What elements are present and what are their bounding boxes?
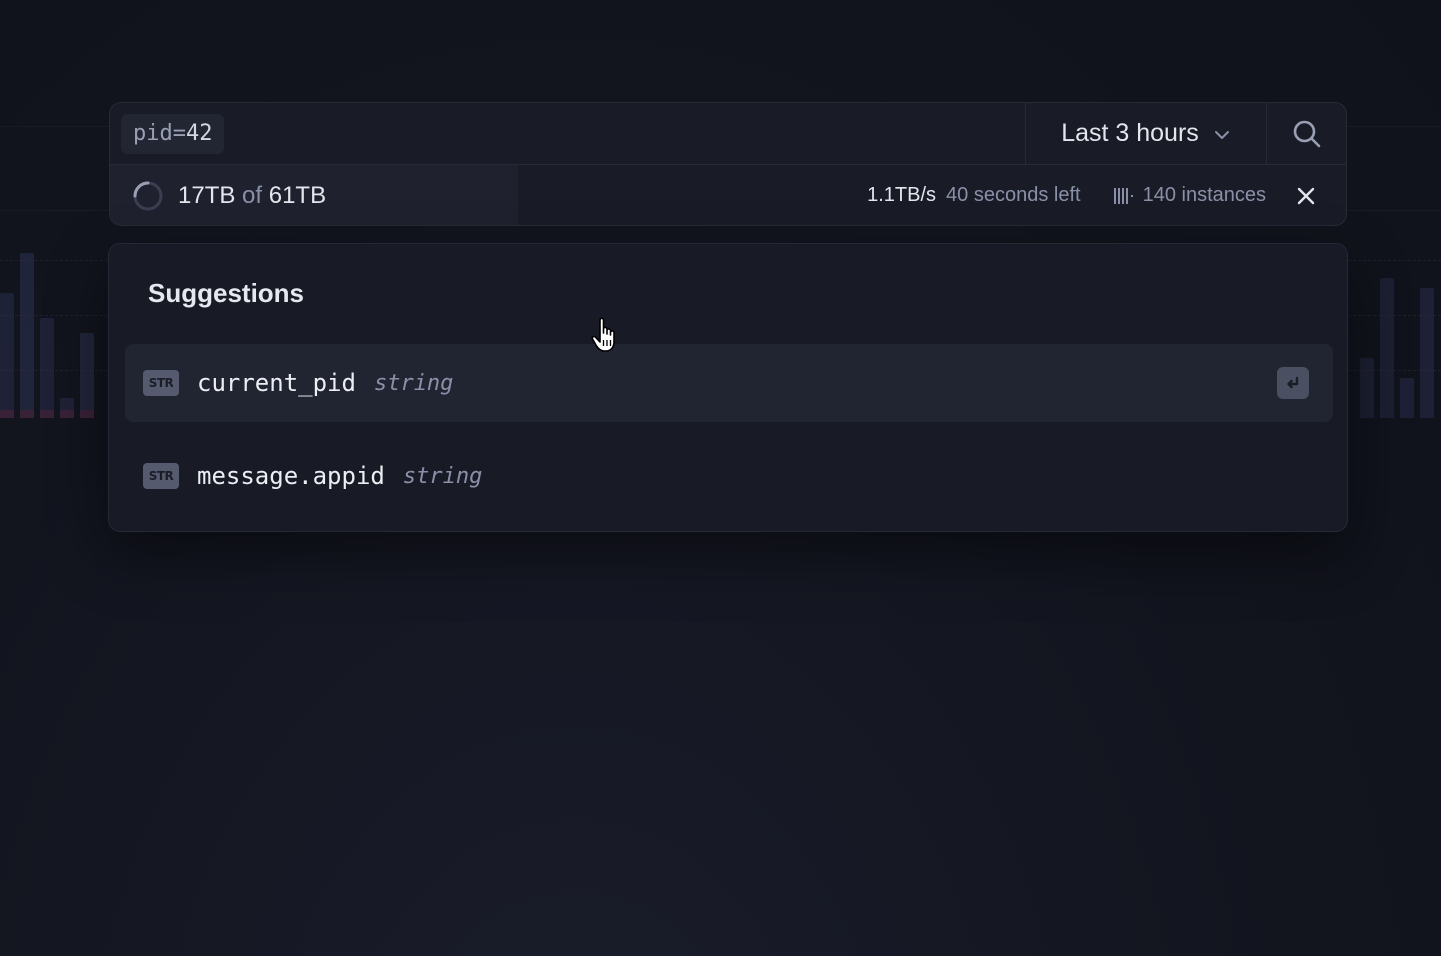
- total-amount: 61TB: [268, 181, 327, 209]
- background-bar: [20, 253, 34, 418]
- background-bar: [80, 333, 94, 418]
- query-token[interactable]: pid= 42: [121, 113, 225, 154]
- suggestion-name: current_pid: [197, 369, 356, 397]
- time-remaining: 40 seconds left: [946, 184, 1081, 206]
- cancel-scan-button[interactable]: [1266, 187, 1346, 205]
- background-chart-right: [1360, 240, 1434, 418]
- suggestions-title: Suggestions: [148, 278, 305, 308]
- search-top-row: pid= 42 Last 3 hours: [110, 103, 1346, 165]
- string-type-badge: STR: [143, 463, 179, 489]
- loading-spinner-icon: [133, 181, 163, 210]
- enter-key-hint[interactable]: [1277, 367, 1309, 399]
- suggestion-type: string: [402, 463, 483, 489]
- string-type-badge: STR: [143, 370, 179, 396]
- scanned-amount: 17TB: [178, 181, 236, 209]
- suggestion-type: string: [373, 370, 454, 396]
- scan-speed: 1.1TB/s: [867, 184, 937, 206]
- time-range-dropdown[interactable]: Last 3 hours: [1025, 103, 1266, 164]
- app-stage: pid= 42 Last 3 hours 17TB of 61TB 1.1TB/…: [0, 0, 1441, 956]
- background-chart-left: [0, 240, 94, 418]
- instances-label: 140 instances: [1142, 184, 1266, 206]
- query-key: pid=: [133, 121, 186, 146]
- search-icon: [1293, 120, 1320, 147]
- scan-progress-row: 17TB of 61TB 1.1TB/s 40 seconds left 140…: [110, 165, 1346, 225]
- background-bar: [1420, 288, 1434, 418]
- suggestion-name: message.appid: [197, 462, 385, 490]
- instances-count: 140 instances: [1113, 184, 1266, 207]
- time-range-label: Last 3 hours: [1061, 119, 1199, 147]
- query-value: 42: [185, 121, 213, 146]
- instances-icon: [1113, 187, 1133, 204]
- background-bar: [1380, 278, 1394, 418]
- background-bar: [0, 293, 14, 418]
- background-bar: [1360, 358, 1374, 418]
- search-bar: pid= 42 Last 3 hours 17TB of 61TB 1.1TB/…: [109, 102, 1347, 226]
- scan-stats: 1.1TB/s 40 seconds left 140 instances: [867, 184, 1266, 207]
- background-bar: [40, 318, 54, 418]
- suggestions-panel: Suggestions STR current_pid string STR m…: [108, 243, 1348, 532]
- suggestion-item-current-pid[interactable]: STR current_pid string: [125, 344, 1333, 422]
- enter-icon: [1287, 376, 1299, 389]
- scan-progress: 17TB of 61TB: [110, 180, 326, 212]
- search-button[interactable]: [1266, 103, 1346, 164]
- chevron-down-icon: [1214, 130, 1229, 139]
- of-label: of: [242, 181, 263, 209]
- suggestion-item-message-appid[interactable]: STR message.appid string: [125, 437, 1333, 515]
- background-bar: [1400, 378, 1414, 418]
- query-input[interactable]: pid= 42: [110, 103, 1025, 164]
- background-bar: [60, 398, 74, 418]
- close-icon: [1297, 187, 1315, 204]
- hand-pointer-cursor-icon: [591, 317, 615, 352]
